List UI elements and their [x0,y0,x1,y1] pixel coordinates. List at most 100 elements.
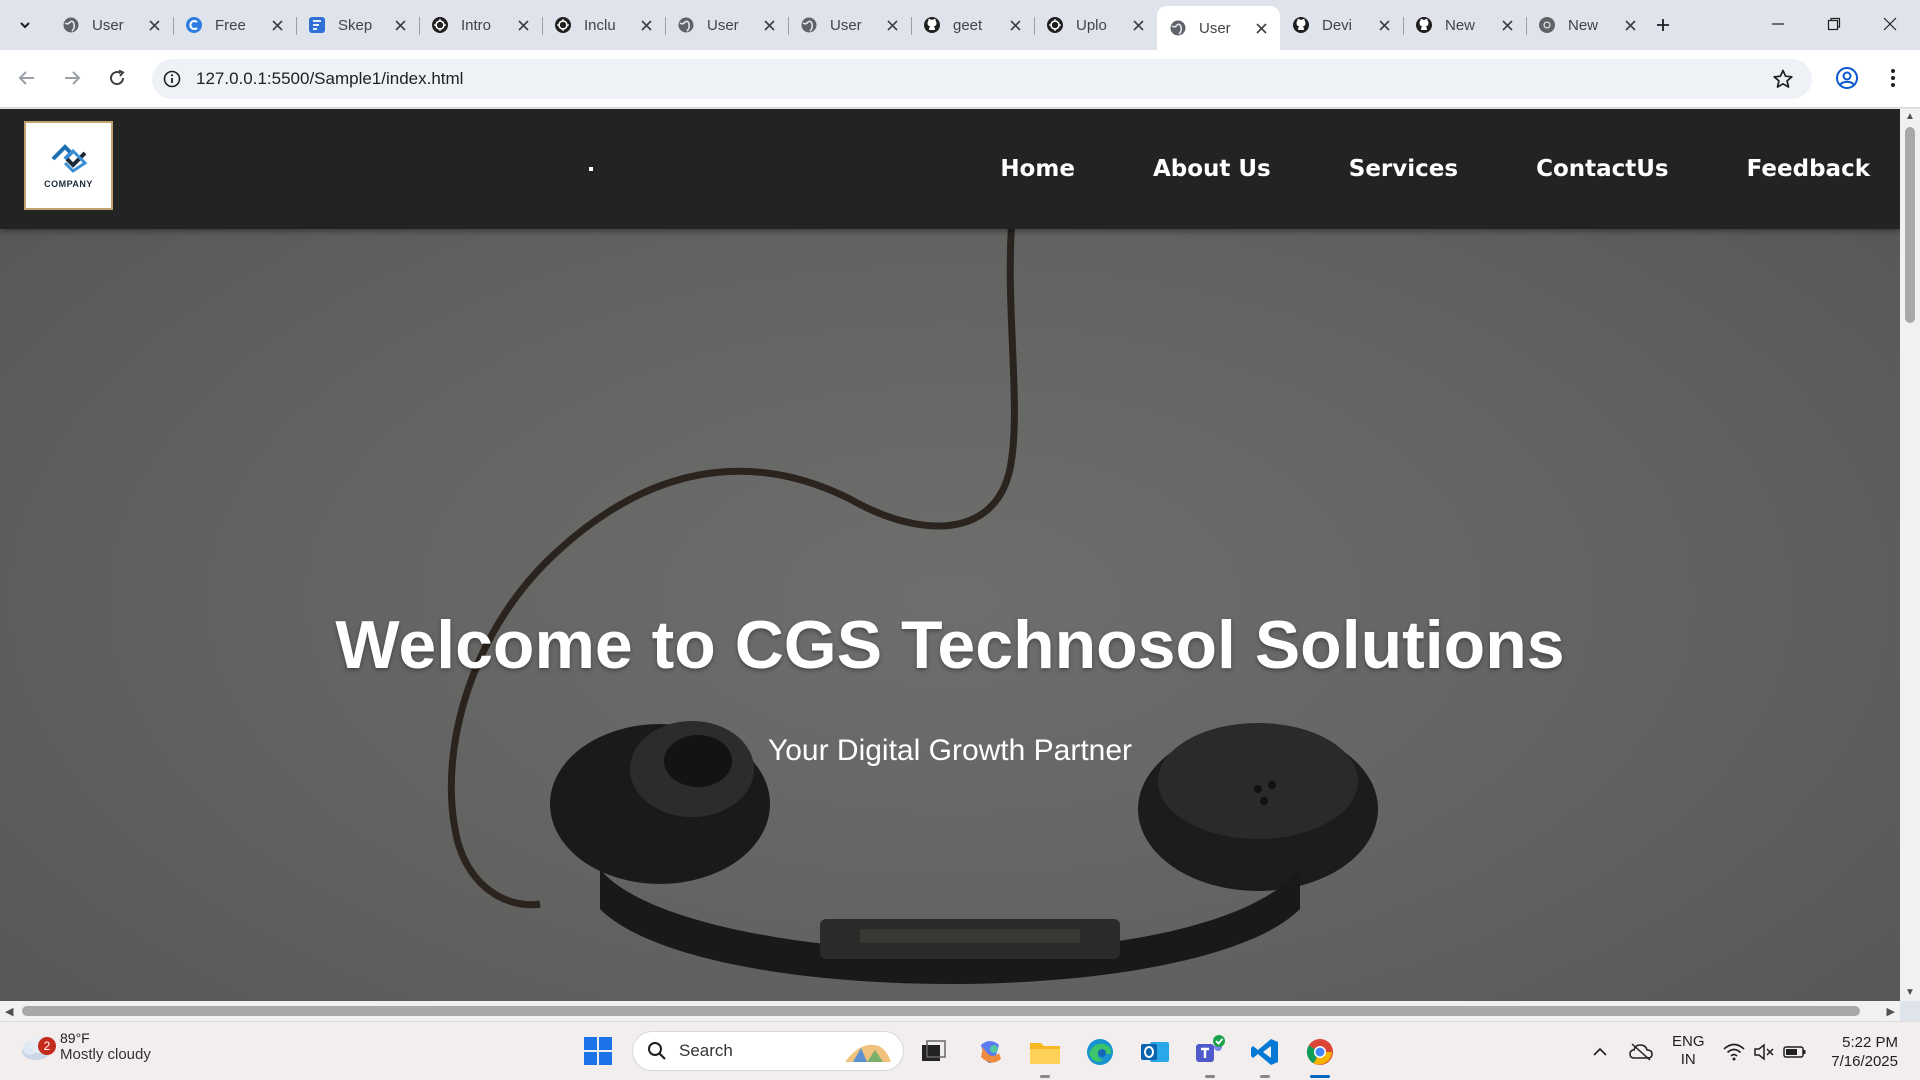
arrow-right-icon [65,71,81,85]
tab[interactable]: Devi [1280,6,1403,44]
nav-link-contactus[interactable]: ContactUs [1536,156,1669,182]
close-icon [1883,17,1897,31]
region-code: IN [1680,1051,1696,1068]
nav-link-home[interactable]: Home [1000,156,1075,182]
taskview-button[interactable] [913,1032,953,1072]
file-explorer-app[interactable] [1025,1032,1065,1078]
horizontal-scroll-thumb[interactable] [22,1006,1860,1016]
close-tab-icon[interactable] [1621,16,1639,34]
battery-icon [1783,1045,1806,1058]
scroll-up-icon[interactable]: ▲ [1904,112,1916,122]
close-tab-icon[interactable] [1129,16,1147,34]
close-tab-icon[interactable] [1006,16,1024,34]
horizontal-scrollbar[interactable]: ◀ ▶ [0,1001,1900,1021]
start-button[interactable] [583,1036,613,1071]
nav-link-services[interactable]: Services [1349,156,1458,182]
vertical-scroll-thumb[interactable] [1905,127,1915,323]
plus-icon [1657,19,1669,31]
temperature: 89°F [60,1030,90,1046]
tab[interactable]: geet [911,6,1034,44]
running-indicator [1040,1075,1050,1078]
more-vert-icon [1891,69,1895,87]
tab[interactable]: Free [173,6,296,44]
hero-subtitle: Your Digital Growth Partner [767,734,1133,767]
scroll-left-icon[interactable]: ◀ [5,1005,13,1018]
scroll-right-icon[interactable]: ▶ [1887,1005,1895,1018]
tab[interactable]: Intro [419,6,542,44]
close-tab-icon[interactable] [1252,19,1270,37]
tab-search-button[interactable] [8,8,42,42]
nav-link-about-us[interactable]: About Us [1153,156,1271,182]
copilot-app[interactable] [970,1032,1010,1072]
wifi-tray[interactable] [1720,1022,1748,1080]
outlook-app[interactable] [1135,1032,1175,1072]
site-info-icon[interactable] [152,70,192,88]
bookmark-star-icon[interactable] [1772,68,1794,95]
volume-muted-icon [1754,1042,1774,1061]
profile-button[interactable] [1832,63,1862,93]
copilot-icon [981,1041,1001,1063]
nav-link-feedback[interactable]: Feedback [1747,156,1870,182]
globe-icon [62,16,80,34]
battery-tray[interactable] [1780,1022,1810,1080]
reload-button[interactable] [101,62,133,94]
browser-menu-button[interactable] [1878,63,1908,93]
tab-strip: User Free Skep Intro Inclu User User geet Uplo Us… [0,0,1920,50]
address-bar[interactable]: 127.0.0.1:5500/Sample1/index.html [152,59,1812,99]
close-tab-icon[interactable] [391,16,409,34]
new-tab-button[interactable] [1648,10,1678,40]
taskbar-search[interactable]: Search [632,1031,904,1071]
windows-taskbar: 2 89°F Mostly cloudy Search ENG IN 5:22 … [0,1021,1920,1080]
tab-title: New [1445,16,1476,34]
close-tab-icon[interactable] [145,16,163,34]
close-tab-icon[interactable] [514,16,532,34]
restore-button[interactable] [1806,0,1862,48]
tab[interactable]: User [50,6,173,44]
vertical-scrollbar[interactable]: ▲ ▼ [1900,109,1920,1001]
active-indicator [1310,1075,1330,1078]
chrome-app[interactable] [1300,1032,1340,1078]
close-tab-icon[interactable] [1375,16,1393,34]
back-button[interactable] [11,62,43,94]
close-tab-icon[interactable] [1498,16,1516,34]
tab-title: Free [215,16,246,34]
tab-active[interactable]: User [1157,6,1280,50]
vscode-app[interactable] [1245,1032,1285,1078]
edge-app[interactable] [1080,1032,1120,1072]
clock-time: 5:22 PM [1842,1034,1898,1051]
minimize-icon [1772,23,1784,25]
url-text: 127.0.0.1:5500/Sample1/index.html [196,69,464,88]
show-hidden-icons-button[interactable] [1586,1022,1614,1080]
scroll-down-icon[interactable]: ▼ [1904,988,1916,998]
tab[interactable]: New [1526,6,1649,44]
company-logo[interactable]: COMPANY [24,121,113,210]
close-window-button[interactable] [1862,0,1918,48]
site-nav-links: Home About Us Services ContactUs Feedback [922,109,1870,229]
close-tab-icon[interactable] [637,16,655,34]
tab[interactable]: User [788,6,911,44]
hero-title: Welcome to CGS Technosol Solutions [335,607,1565,683]
tab[interactable]: Uplo [1034,6,1157,44]
close-tab-icon[interactable] [883,16,901,34]
input-language[interactable]: ENG IN [1672,1033,1705,1069]
tab[interactable]: Inclu [542,6,665,44]
forward-button[interactable] [56,62,88,94]
browser-toolbar: 127.0.0.1:5500/Sample1/index.html [0,50,1920,108]
tab[interactable]: User [665,6,788,44]
vscode-icon [1251,1039,1278,1065]
weather-widget[interactable]: 2 89°F Mostly cloudy [18,1030,151,1063]
clock[interactable]: 5:22 PM 7/16/2025 [1831,1033,1898,1071]
teams-app[interactable] [1190,1032,1230,1078]
restore-icon [1827,17,1841,31]
close-tab-icon[interactable] [760,16,778,34]
tab-title: geet [953,16,983,34]
arrow-left-icon [18,71,34,85]
reload-icon [110,69,125,86]
volume-tray[interactable] [1750,1022,1778,1080]
tab[interactable]: New [1403,6,1526,44]
minimize-button[interactable] [1750,0,1806,48]
tab[interactable]: Skep [296,6,419,44]
onedrive-tray[interactable] [1626,1022,1656,1080]
tab-title: Skep [338,16,373,34]
close-tab-icon[interactable] [268,16,286,34]
